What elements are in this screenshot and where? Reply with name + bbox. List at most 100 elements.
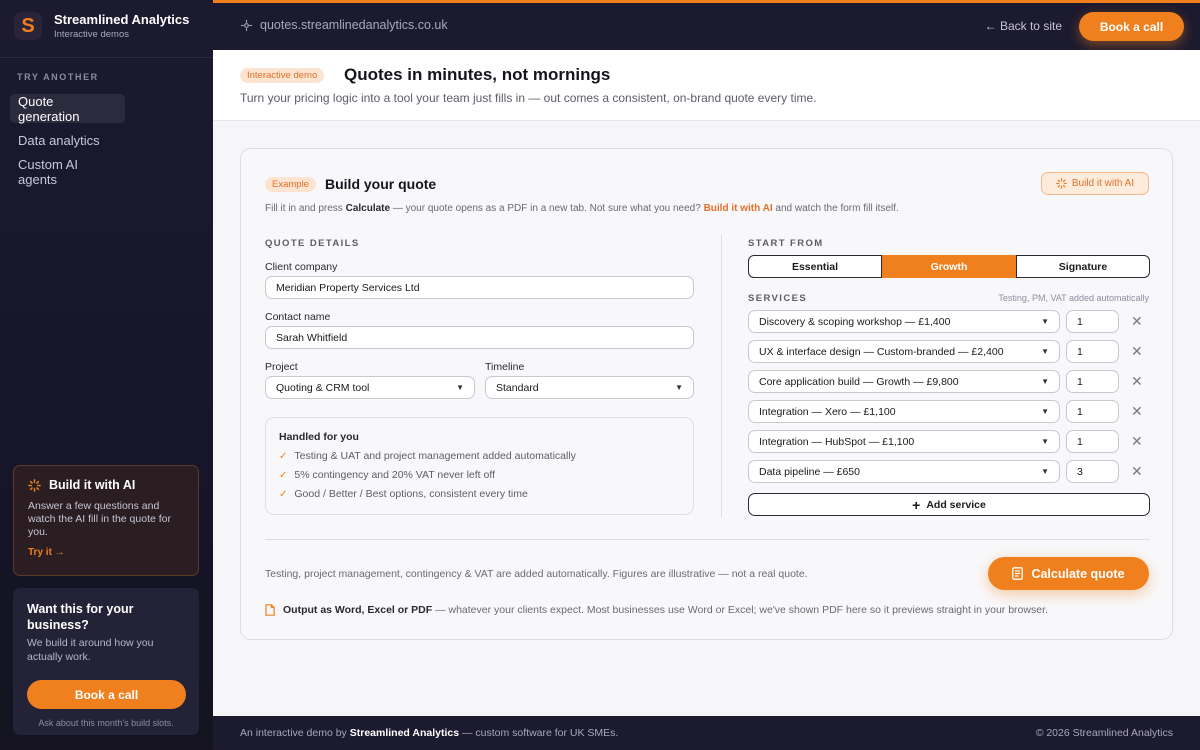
caret-down-icon: ▼ bbox=[675, 383, 683, 392]
section-divider bbox=[265, 539, 1150, 540]
timeline-select[interactable]: Standard ▼ bbox=[485, 376, 694, 399]
brand[interactable]: S Streamlined Analytics Interactive demo… bbox=[14, 12, 189, 40]
example-badge: Example bbox=[265, 177, 316, 192]
output-format-note: Output as Word, Excel or PDF — whatever … bbox=[265, 604, 1048, 616]
ai-card[interactable]: Build it with AI Answer a few questions … bbox=[13, 465, 199, 576]
cta-text: We build it around how you actually work… bbox=[27, 637, 154, 663]
check-icon: ✓ bbox=[279, 450, 288, 462]
remove-service-icon[interactable]: ✕ bbox=[1131, 403, 1143, 420]
quantity-value: 1 bbox=[1077, 315, 1083, 328]
footer-brand[interactable]: Streamlined Analytics bbox=[350, 727, 459, 739]
book-call-button[interactable]: Book a call bbox=[1079, 12, 1184, 41]
sidebar-item-data-analytics[interactable]: Data analytics bbox=[10, 126, 125, 155]
client-company-field[interactable]: Meridian Property Services Ltd bbox=[265, 276, 694, 299]
handled-for-you-box: Handled for you ✓ Testing & UAT and proje… bbox=[265, 417, 694, 515]
calculation-footnote: Testing, project management, contingency… bbox=[265, 568, 808, 580]
caret-down-icon: ▼ bbox=[1041, 467, 1049, 476]
service-select[interactable]: UX & interface design — Custom-branded —… bbox=[748, 340, 1060, 363]
remove-service-icon[interactable]: ✕ bbox=[1131, 433, 1143, 450]
crosshair-icon bbox=[241, 19, 252, 31]
card-description: Fill it in and press Calculate — your qu… bbox=[265, 203, 899, 214]
project-value: Quoting & CRM tool bbox=[276, 381, 370, 394]
caret-down-icon: ▼ bbox=[1041, 377, 1049, 386]
service-value: Integration — Xero — £1,100 bbox=[759, 405, 896, 418]
desc-build-ai-link[interactable]: Build it with AI bbox=[704, 203, 773, 214]
contact-name-field[interactable]: Sarah Whitfield bbox=[265, 326, 694, 349]
quantity-field[interactable]: 1 bbox=[1066, 340, 1119, 363]
tier-essential[interactable]: Essential bbox=[748, 255, 882, 278]
service-value: Core application build — Growth — £9,800 bbox=[759, 375, 959, 388]
service-value: Integration — HubSpot — £1,100 bbox=[759, 435, 915, 448]
back-to-site-link[interactable]: ← Back to site bbox=[985, 19, 1062, 33]
plus-icon: + bbox=[912, 496, 921, 513]
brand-name: Streamlined Analytics bbox=[54, 12, 190, 27]
service-select[interactable]: Core application build — Growth — £9,800… bbox=[748, 370, 1060, 393]
remove-service-icon[interactable]: ✕ bbox=[1131, 343, 1143, 360]
output-format-rest: — whatever your clients expect. Most bus… bbox=[432, 604, 1048, 616]
contact-name-value: Sarah Whitfield bbox=[276, 331, 348, 344]
quantity-value: 3 bbox=[1077, 465, 1083, 478]
column-divider bbox=[721, 235, 722, 517]
service-value: Data pipeline — £650 bbox=[759, 465, 860, 478]
cta-title: Want this for your business? bbox=[27, 602, 134, 632]
check-icon: ✓ bbox=[279, 488, 288, 500]
handled-item-text: 5% contingency and 20% VAT never left of… bbox=[294, 469, 495, 481]
quantity-field[interactable]: 1 bbox=[1066, 430, 1119, 453]
remove-service-icon[interactable]: ✕ bbox=[1131, 373, 1143, 390]
footer-credit: An interactive demo by Streamlined Analy… bbox=[240, 727, 618, 739]
timeline-value: Standard bbox=[496, 381, 539, 394]
interactive-demo-badge: Interactive demo bbox=[240, 68, 325, 83]
client-company-label: Client company bbox=[265, 261, 338, 273]
service-select[interactable]: Integration — Xero — £1,100 ▼ bbox=[748, 400, 1060, 423]
desc-calculate: Calculate bbox=[345, 203, 391, 214]
remove-service-icon[interactable]: ✕ bbox=[1131, 463, 1143, 480]
start-from-label: START FROM bbox=[748, 238, 824, 249]
document-icon bbox=[1012, 567, 1024, 580]
tier-growth[interactable]: Growth bbox=[882, 255, 1016, 278]
calculate-quote-button[interactable]: Calculate quote bbox=[988, 557, 1149, 590]
handled-item: ✓ 5% contingency and 20% VAT never left o… bbox=[279, 469, 680, 481]
file-icon bbox=[265, 604, 275, 616]
quantity-field[interactable]: 1 bbox=[1066, 400, 1119, 423]
top-bar: quotes.streamlinedanalytics.co.uk ← Back… bbox=[213, 0, 1200, 50]
caret-down-icon: ▼ bbox=[1041, 437, 1049, 446]
quantity-value: 1 bbox=[1077, 375, 1083, 388]
sidebar-item-quote-generation[interactable]: Quote generation bbox=[10, 94, 125, 124]
quantity-field[interactable]: 1 bbox=[1066, 370, 1119, 393]
caret-down-icon: ▼ bbox=[1041, 347, 1049, 356]
sidebar-book-call-button[interactable]: Book a call bbox=[27, 680, 186, 709]
sidebar-divider bbox=[0, 57, 213, 58]
sidebar-item-custom-ai-agents[interactable]: Custom AI agents bbox=[10, 157, 125, 187]
add-service-button[interactable]: + Add service bbox=[748, 493, 1150, 516]
card-title: Build your quote bbox=[325, 176, 437, 192]
client-company-value: Meridian Property Services Ltd bbox=[276, 281, 420, 294]
service-select[interactable]: Discovery & scoping workshop — £1,400 ▼ bbox=[748, 310, 1060, 333]
build-with-ai-button[interactable]: Build it with AI bbox=[1041, 172, 1149, 195]
add-service-label: Add service bbox=[926, 498, 986, 511]
sparkle-spinner-icon bbox=[1056, 178, 1067, 189]
contact-name-label: Contact name bbox=[265, 311, 331, 323]
services-note: Testing, PM, VAT added automatically bbox=[998, 293, 1149, 303]
page-title: Quotes in minutes, not mornings bbox=[344, 65, 611, 84]
remove-service-icon[interactable]: ✕ bbox=[1131, 313, 1143, 330]
service-row: Integration — Xero — £1,100 ▼ 1 ✕ bbox=[748, 400, 1150, 423]
try-it-link[interactable]: Try it → bbox=[28, 547, 184, 558]
quantity-field[interactable]: 3 bbox=[1066, 460, 1119, 483]
service-select[interactable]: Data pipeline — £650 ▼ bbox=[748, 460, 1060, 483]
cta-note: Ask about this month's build slots. bbox=[38, 718, 174, 728]
footer: An interactive demo by Streamlined Analy… bbox=[213, 716, 1200, 750]
build-with-ai-label: Build it with AI bbox=[1071, 178, 1135, 189]
quantity-value: 1 bbox=[1077, 345, 1083, 358]
service-row: Core application build — Growth — £9,800… bbox=[748, 370, 1150, 393]
caret-down-icon: ▼ bbox=[1041, 317, 1049, 326]
quantity-field[interactable]: 1 bbox=[1066, 310, 1119, 333]
desc-pre: Fill it in and press bbox=[265, 203, 346, 214]
quote-details-label: QUOTE DETAILS bbox=[265, 238, 360, 249]
project-select[interactable]: Quoting & CRM tool ▼ bbox=[265, 376, 475, 399]
tier-signature[interactable]: Signature bbox=[1016, 255, 1150, 278]
service-row: Integration — HubSpot — £1,100 ▼ 1 ✕ bbox=[748, 430, 1150, 453]
service-row: Data pipeline — £650 ▼ 3 ✕ bbox=[748, 460, 1150, 483]
sidebar-section-label: TRY ANOTHER bbox=[17, 72, 99, 82]
service-select[interactable]: Integration — HubSpot — £1,100 ▼ bbox=[748, 430, 1060, 453]
brand-logo-icon: S bbox=[14, 12, 42, 40]
